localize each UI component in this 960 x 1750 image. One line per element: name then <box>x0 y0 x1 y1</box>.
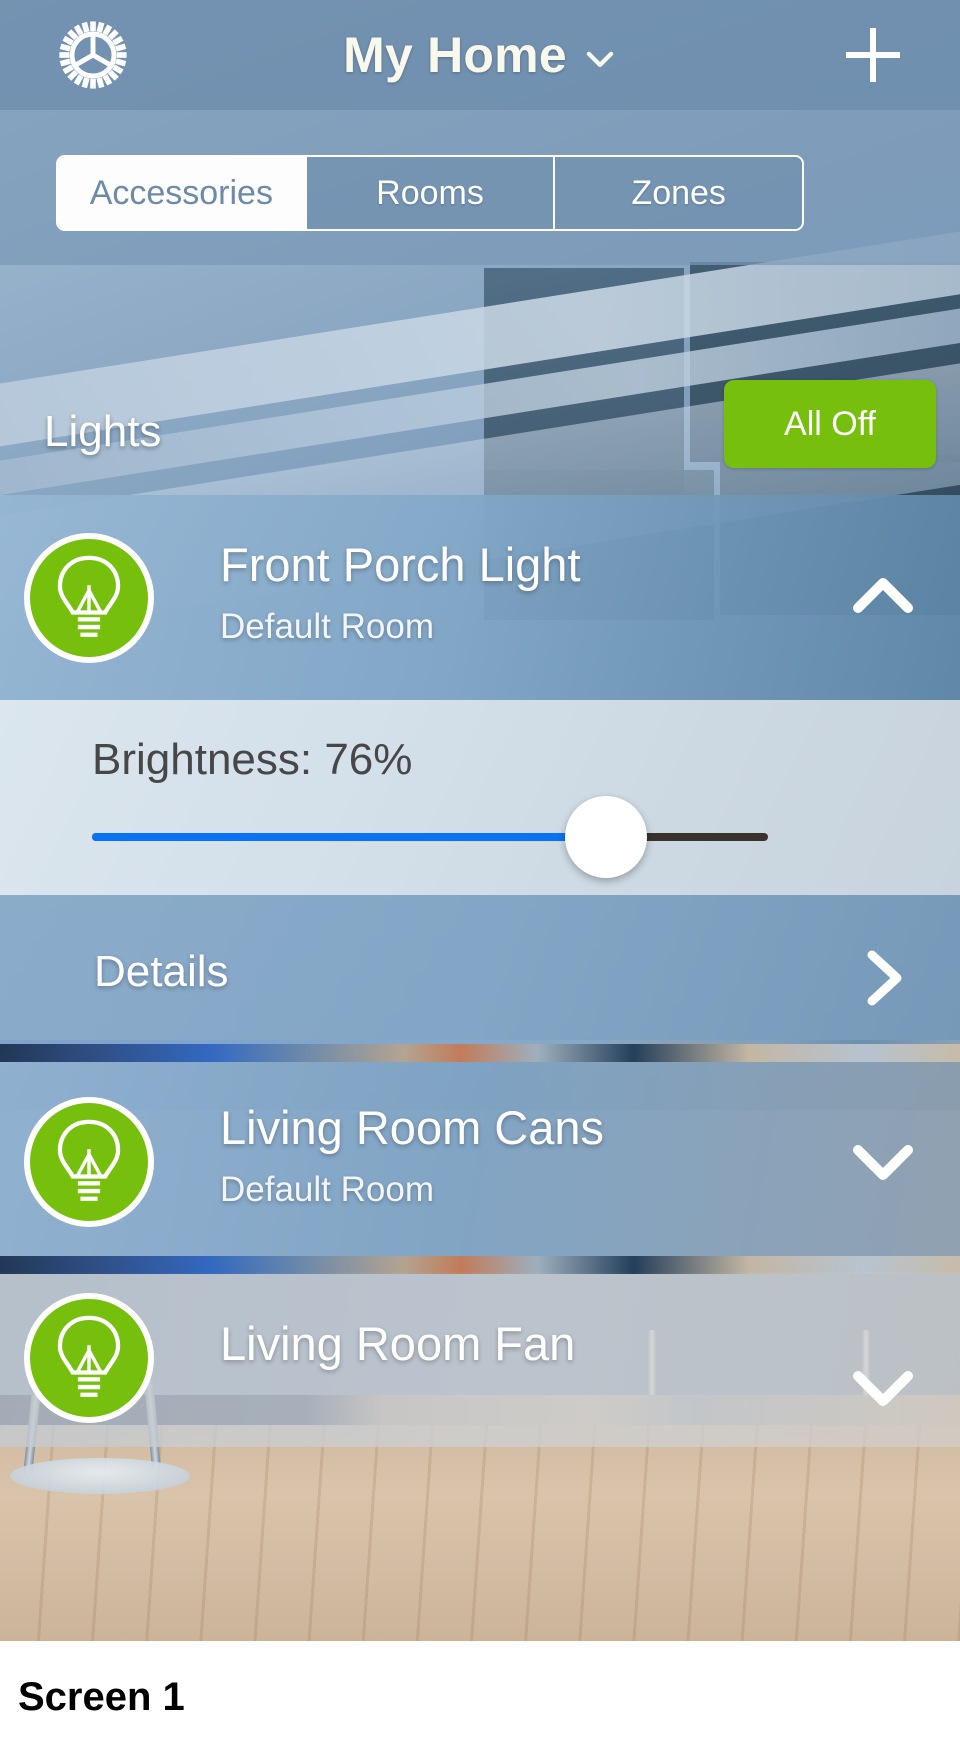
tab-accessories[interactable]: Accessories <box>58 157 307 229</box>
lightbulb-icon[interactable] <box>24 1097 154 1227</box>
photo-chair <box>10 1458 190 1494</box>
group-header-lights: Lights All Off <box>0 265 960 495</box>
screenshot-root: My Home Accessories Rooms Zones Lights A… <box>0 0 960 1750</box>
accessory-name: Living Room Fan <box>220 1317 576 1370</box>
details-label: Details <box>94 947 229 996</box>
lightbulb-glyph <box>57 1315 121 1397</box>
scroll-artifact-strip <box>0 1256 960 1274</box>
accessory-room: Default Room <box>220 607 434 646</box>
lightbulb-glyph <box>57 1119 121 1201</box>
tab-zones[interactable]: Zones <box>555 157 802 229</box>
chevron-down-icon[interactable] <box>583 42 617 76</box>
brightness-panel: Brightness: 76% <box>0 700 960 895</box>
slider-thumb[interactable] <box>564 796 647 878</box>
brightness-label: Brightness: 76% <box>92 735 413 784</box>
tab-rooms[interactable]: Rooms <box>306 157 556 229</box>
accessory-name: Front Porch Light <box>220 538 581 591</box>
group-title: Lights <box>44 407 162 456</box>
accessory-row-front-porch-light[interactable]: Front Porch Light Default Room <box>0 495 960 700</box>
chevron-up-icon[interactable] <box>846 560 920 634</box>
chevron-right-icon[interactable] <box>850 945 916 1011</box>
slider-fill <box>92 833 606 841</box>
segmented-tab-control[interactable]: Accessories Rooms Zones <box>56 155 804 231</box>
all-off-button[interactable]: All Off <box>724 380 936 468</box>
brightness-slider[interactable] <box>92 796 768 878</box>
scroll-artifact-strip <box>0 1044 960 1062</box>
page-title: My Home <box>343 27 567 83</box>
accessory-name: Living Room Cans <box>220 1101 605 1154</box>
chevron-down-icon[interactable] <box>846 1350 920 1424</box>
lightbulb-icon[interactable] <box>24 1293 154 1423</box>
accessory-row-living-room-cans[interactable]: Living Room Cans Default Room <box>0 1062 960 1262</box>
screen-caption: Screen 1 <box>18 1675 185 1719</box>
phone-screen: My Home Accessories Rooms Zones Lights A… <box>0 0 960 1641</box>
details-row[interactable]: Details <box>0 895 960 1062</box>
top-navigation-bar: My Home <box>0 0 960 110</box>
home-selector[interactable]: My Home <box>0 0 960 110</box>
lightbulb-glyph <box>57 555 121 637</box>
plus-icon[interactable] <box>838 20 908 90</box>
accessory-row-living-room-fan[interactable]: Living Room Fan <box>0 1272 960 1447</box>
accessory-room: Default Room <box>220 1170 434 1209</box>
chevron-down-icon[interactable] <box>846 1124 920 1198</box>
lightbulb-icon[interactable] <box>24 532 154 663</box>
